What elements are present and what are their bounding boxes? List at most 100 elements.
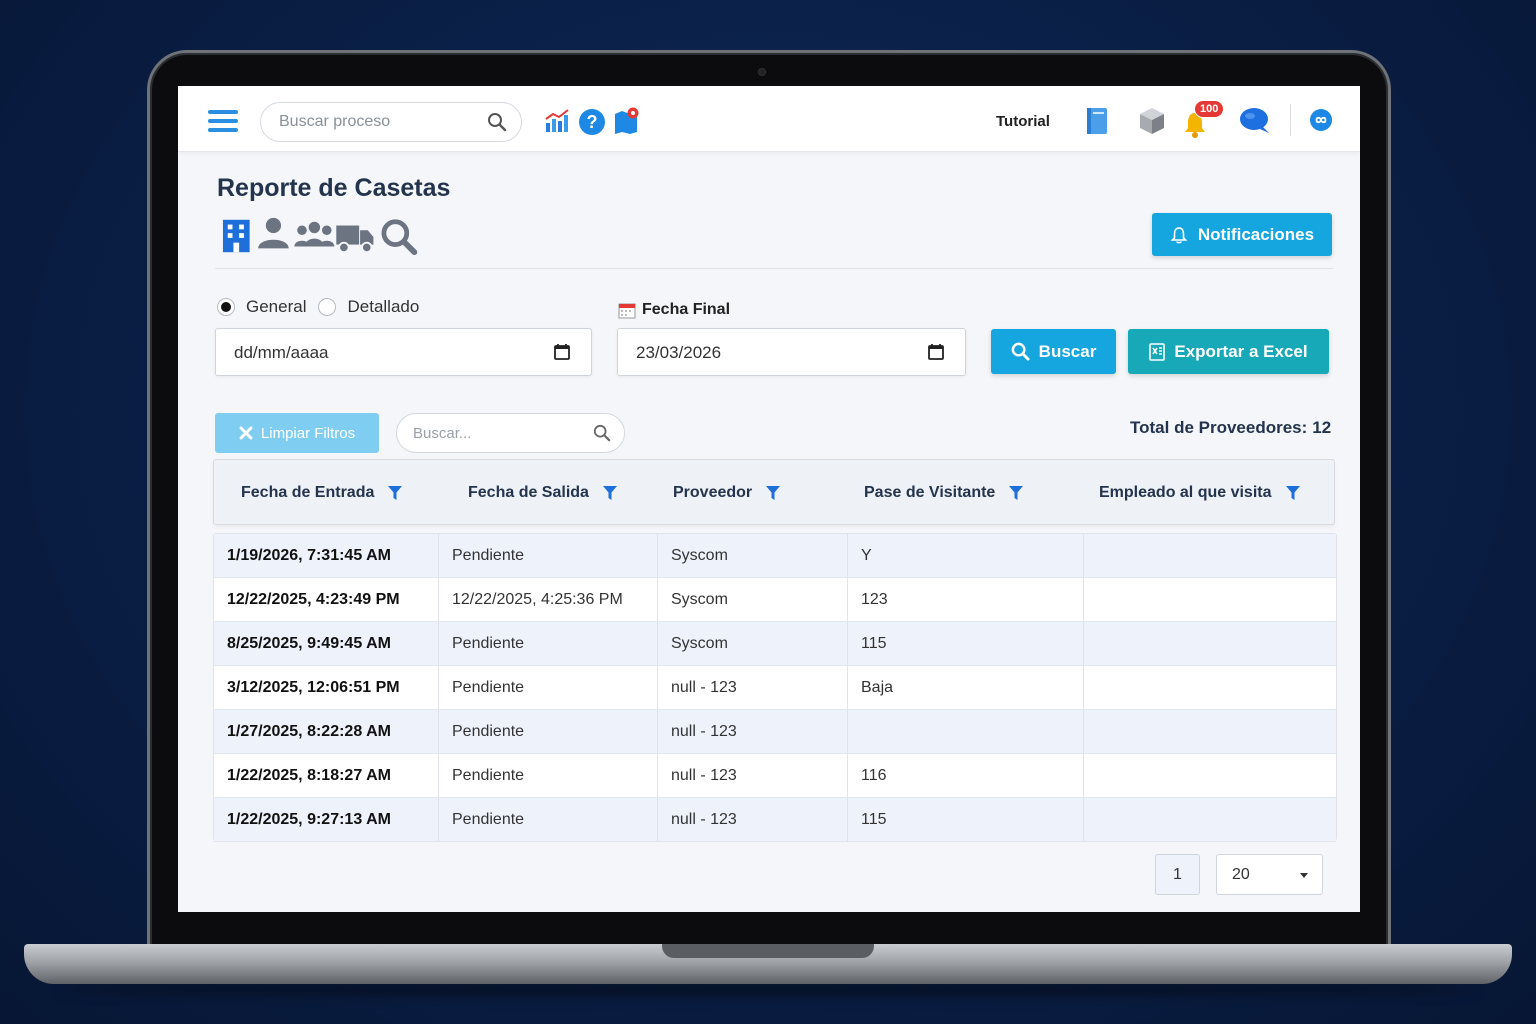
map-pin-icon[interactable] bbox=[612, 106, 642, 136]
cell-fecha-salida: 12/22/2025, 4:25:36 PM bbox=[439, 578, 658, 622]
notifications-button[interactable]: Notificaciones bbox=[1152, 213, 1332, 256]
total-proveedores: Total de Proveedores: 12 bbox=[1130, 418, 1331, 438]
radio-detallado[interactable] bbox=[318, 298, 337, 316]
laptop-notch bbox=[662, 944, 874, 958]
cell-pase-visitante: Y bbox=[848, 534, 1084, 578]
mode-radio-group: General Detallado bbox=[217, 297, 419, 317]
search-icon[interactable] bbox=[593, 424, 611, 442]
table-search bbox=[396, 413, 625, 453]
table-header: Fecha de Entrada Fecha de Salida Proveed… bbox=[213, 459, 1335, 525]
bell-outline-icon bbox=[1170, 226, 1188, 243]
book-icon[interactable] bbox=[1084, 106, 1110, 136]
calendar-color-icon bbox=[618, 303, 636, 319]
total-value: 12 bbox=[1312, 418, 1332, 437]
radio-general[interactable] bbox=[217, 298, 235, 316]
cell-fecha-entrada: 1/19/2026, 7:31:45 AM bbox=[214, 534, 439, 578]
cell-fecha-salida: Pendiente bbox=[439, 710, 658, 754]
tutorial-link[interactable]: Tutorial bbox=[996, 113, 1050, 130]
export-excel-button[interactable]: Exportar a Excel bbox=[1128, 329, 1329, 374]
filter-icon[interactable] bbox=[1009, 486, 1024, 500]
cell-proveedor: Syscom bbox=[658, 534, 848, 578]
cell-fecha-entrada: 3/12/2025, 12:06:51 PM bbox=[214, 666, 439, 710]
cell-fecha-entrada: 1/27/2025, 8:22:28 AM bbox=[214, 710, 439, 754]
fecha-final-value: 23/03/2026 bbox=[636, 343, 722, 362]
fecha-final-text: Fecha Final bbox=[642, 301, 731, 318]
magnifier-icon bbox=[381, 219, 418, 256]
menu-icon[interactable] bbox=[208, 110, 238, 132]
table-row[interactable]: 1/22/2025, 9:27:13 AM Pendiente null - 1… bbox=[214, 798, 1336, 842]
cell-pase-visitante: 123 bbox=[848, 578, 1084, 622]
filter-icon[interactable] bbox=[1285, 486, 1300, 500]
search-icon[interactable] bbox=[487, 112, 507, 132]
cube-icon[interactable] bbox=[1138, 106, 1166, 136]
filter-icon[interactable] bbox=[388, 486, 403, 500]
cell-fecha-entrada: 8/25/2025, 9:49:45 AM bbox=[214, 622, 439, 666]
buscar-button[interactable]: Buscar bbox=[991, 329, 1116, 374]
table-row[interactable]: 1/27/2025, 8:22:28 AM Pendiente null - 1… bbox=[214, 710, 1336, 754]
cell-empleado bbox=[1084, 622, 1336, 666]
buscar-button-label: Buscar bbox=[1038, 341, 1097, 361]
calendar-icon[interactable] bbox=[553, 343, 571, 361]
page-size-select[interactable]: 20 bbox=[1216, 854, 1323, 895]
cell-empleado bbox=[1084, 534, 1336, 578]
pagination-page-1[interactable]: 1 bbox=[1155, 854, 1200, 895]
top-bar: ? Tutorial 100 bbox=[178, 86, 1360, 152]
fecha-final-label: Fecha Final bbox=[618, 301, 730, 319]
cell-empleado bbox=[1084, 666, 1336, 710]
column-header-proveedor[interactable]: Proveedor bbox=[673, 484, 781, 502]
table-row[interactable]: 8/25/2025, 9:49:45 AM Pendiente Syscom 1… bbox=[214, 622, 1336, 666]
cell-pase-visitante: 115 bbox=[848, 798, 1084, 842]
calendar-icon[interactable] bbox=[927, 343, 945, 361]
caret-down-icon bbox=[1300, 873, 1308, 878]
radio-general-label: General bbox=[246, 297, 307, 316]
analytics-chart-icon[interactable] bbox=[544, 108, 570, 134]
clear-filters-label: Limpiar Filtros bbox=[260, 424, 356, 442]
cell-pase-visitante: 116 bbox=[848, 754, 1084, 798]
column-header-fecha-salida[interactable]: Fecha de Salida bbox=[468, 484, 617, 502]
chat-icon[interactable] bbox=[1238, 106, 1272, 136]
column-header-pase-visitante[interactable]: Pase de Visitante bbox=[864, 484, 1024, 502]
column-header-label: Empleado al que visita bbox=[1099, 484, 1272, 501]
column-header-label: Fecha de Entrada bbox=[241, 484, 375, 501]
page-size-value: 20 bbox=[1232, 866, 1250, 883]
excel-file-icon bbox=[1149, 342, 1166, 361]
cell-empleado bbox=[1084, 710, 1336, 754]
title-icons bbox=[222, 217, 418, 256]
table-row[interactable]: 1/22/2025, 8:18:27 AM Pendiente null - 1… bbox=[214, 754, 1336, 798]
laptop-shadow bbox=[60, 982, 1476, 996]
topbar-divider bbox=[1290, 104, 1291, 136]
column-header-empleado[interactable]: Empleado al que visita bbox=[1099, 484, 1300, 502]
cell-proveedor: Syscom bbox=[658, 622, 848, 666]
cell-pase-visitante bbox=[848, 710, 1084, 754]
process-search-input[interactable] bbox=[279, 103, 479, 141]
truck-icon bbox=[336, 225, 374, 254]
close-x-icon bbox=[239, 426, 253, 440]
infinity-chat-icon[interactable] bbox=[1308, 108, 1334, 134]
fecha-final-input[interactable]: 23/03/2026 bbox=[617, 328, 966, 376]
filter-icon[interactable] bbox=[766, 486, 781, 500]
table-row[interactable]: 1/19/2026, 7:31:45 AM Pendiente Syscom Y bbox=[214, 534, 1336, 578]
cell-fecha-entrada: 1/22/2025, 8:18:27 AM bbox=[214, 754, 439, 798]
table-search-input[interactable] bbox=[413, 414, 583, 452]
fecha-inicio-input[interactable]: dd/mm/aaaa bbox=[215, 328, 592, 376]
cell-fecha-salida: Pendiente bbox=[439, 534, 658, 578]
cell-proveedor: null - 123 bbox=[658, 798, 848, 842]
search-icon bbox=[1011, 342, 1030, 361]
column-header-fecha-entrada[interactable]: Fecha de Entrada bbox=[241, 484, 403, 502]
table-row[interactable]: 12/22/2025, 4:23:49 PM 12/22/2025, 4:25:… bbox=[214, 578, 1336, 622]
clear-filters-button[interactable]: Limpiar Filtros bbox=[215, 413, 379, 453]
column-header-label: Proveedor bbox=[673, 484, 753, 501]
header-divider bbox=[215, 268, 1333, 269]
filter-icon[interactable] bbox=[602, 486, 617, 500]
process-search bbox=[260, 102, 522, 142]
user-icon bbox=[258, 217, 289, 249]
cell-fecha-salida: Pendiente bbox=[439, 798, 658, 842]
cell-fecha-entrada: 12/22/2025, 4:23:49 PM bbox=[214, 578, 439, 622]
help-icon[interactable]: ? bbox=[578, 108, 606, 136]
cell-pase-visitante: Baja bbox=[848, 666, 1084, 710]
cell-fecha-salida: Pendiente bbox=[439, 754, 658, 798]
radio-detallado-label: Detallado bbox=[347, 297, 420, 316]
notifications-button-label: Notificaciones bbox=[1197, 224, 1315, 244]
table-row[interactable]: 3/12/2025, 12:06:51 PM Pendiente null - … bbox=[214, 666, 1336, 710]
page-title: Reporte de Casetas bbox=[217, 174, 451, 202]
